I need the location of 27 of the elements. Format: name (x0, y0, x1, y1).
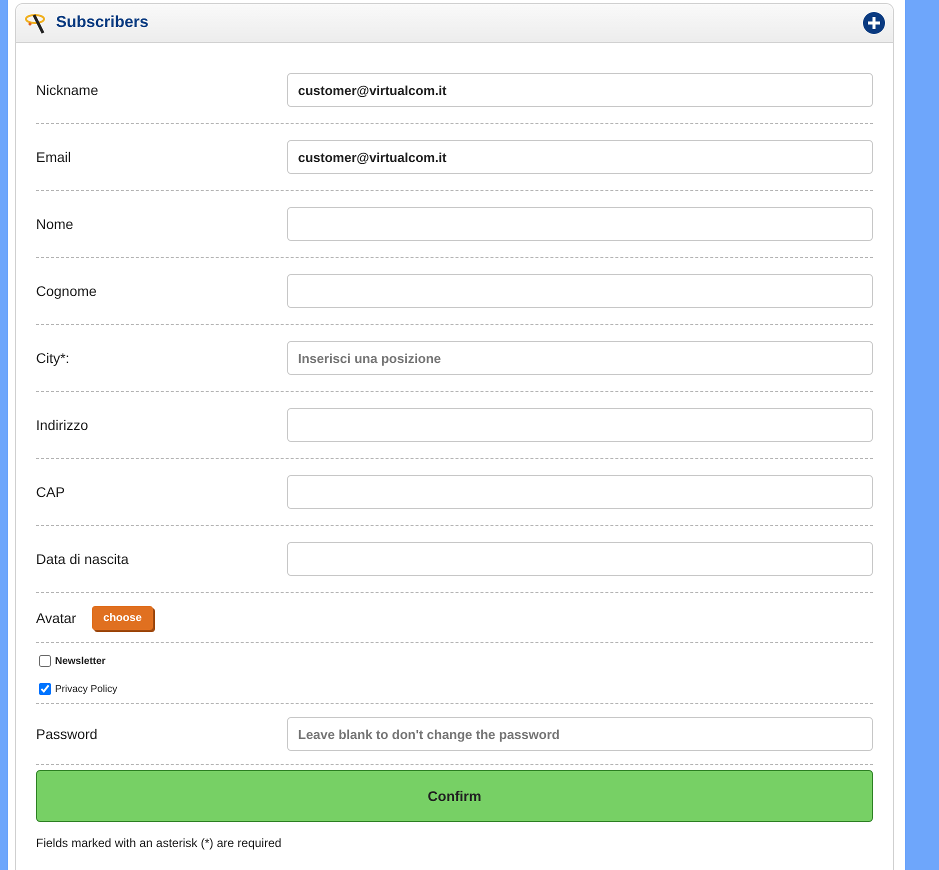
field-label: Data di nascita (36, 551, 130, 567)
password-field[interactable]: Leave blank to don't change the password (287, 717, 873, 751)
field-label: Cognome (36, 283, 98, 299)
input-field[interactable] (287, 542, 873, 576)
field-label: Email (36, 149, 72, 165)
field-label: Avatar (36, 610, 76, 626)
checkbox-label: Privacy Policy (55, 684, 118, 694)
input-field[interactable] (287, 207, 873, 241)
field-label: Password (36, 726, 98, 742)
input-field[interactable] (287, 274, 873, 308)
checkbox[interactable] (39, 655, 51, 667)
confirm-button[interactable]: Confirm (36, 770, 873, 822)
checkbox-label: Newsletter (55, 656, 106, 666)
field-label: Nickname (36, 82, 100, 98)
input-field[interactable]: Inserisci una posizione (287, 341, 873, 375)
checkbox[interactable] (39, 683, 51, 695)
add-icon[interactable] (863, 12, 885, 34)
field-label: CAP (36, 484, 66, 500)
input-field[interactable] (287, 408, 873, 442)
panel-title: Subscribers (56, 14, 148, 32)
field-label: City*: (36, 350, 70, 366)
input-field[interactable] (287, 475, 873, 509)
field-label: Nome (36, 216, 74, 232)
input-field[interactable]: customer@virtualcom.it (287, 140, 873, 174)
field-label: Indirizzo (36, 417, 90, 433)
required-fields-note: Fields marked with an asterisk (*) are required (36, 836, 282, 850)
input-field[interactable]: customer@virtualcom.it (287, 73, 873, 107)
